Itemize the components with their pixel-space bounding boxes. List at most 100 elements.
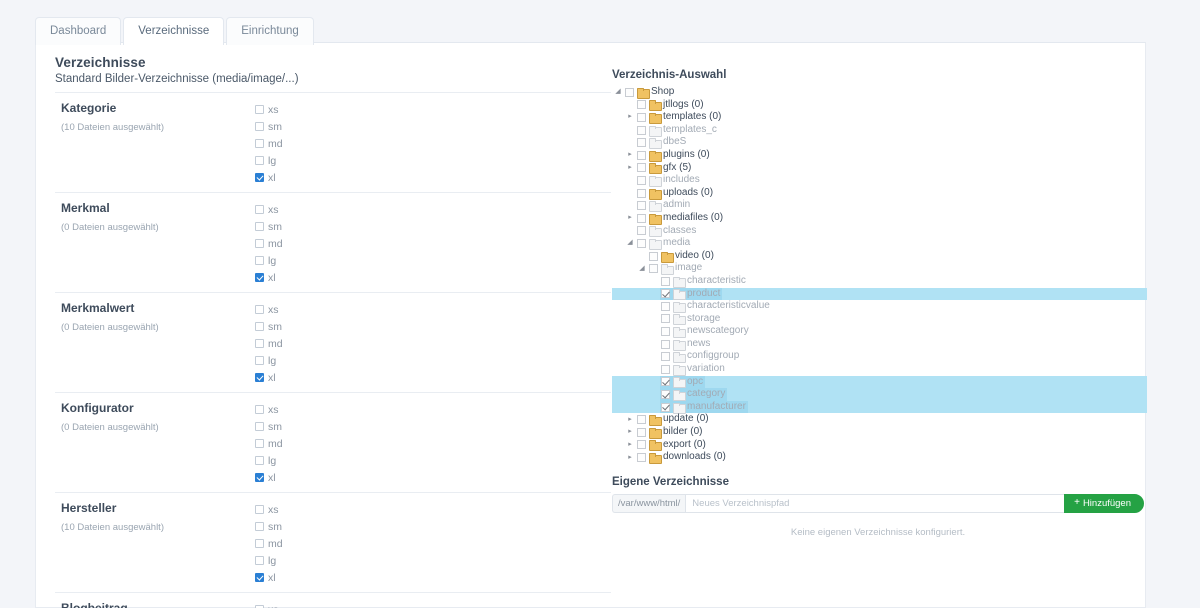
- tree-checkbox-icon[interactable]: [661, 402, 670, 412]
- tree-node[interactable]: ▸ newscategory: [612, 325, 1147, 339]
- chevron-down-icon[interactable]: ◢: [612, 86, 624, 98]
- tab-dashboard[interactable]: Dashboard: [35, 17, 122, 45]
- tree-checkbox-icon[interactable]: [637, 226, 646, 236]
- tree-checkbox-icon[interactable]: [661, 276, 670, 286]
- tree-checkbox-icon[interactable]: [637, 427, 646, 437]
- tab-verzeichnisse[interactable]: Verzeichnisse: [123, 17, 225, 46]
- tree-checkbox-icon[interactable]: [637, 150, 646, 160]
- checkbox-icon[interactable]: [255, 422, 264, 431]
- chevron-down-icon[interactable]: ◢: [624, 237, 636, 249]
- checkbox-icon[interactable]: [255, 373, 264, 382]
- tree-checkbox-icon[interactable]: [649, 264, 658, 274]
- size-checkbox-sm[interactable]: sm: [255, 118, 611, 135]
- tree-checkbox-icon[interactable]: [637, 440, 646, 450]
- tree-checkbox-icon[interactable]: [637, 163, 646, 173]
- chevron-right-icon[interactable]: ▸: [624, 414, 636, 426]
- tree-node[interactable]: ▸ variation: [612, 363, 1147, 376]
- tree-node[interactable]: ▸ storage: [612, 313, 1147, 326]
- tree-node[interactable]: ▸ bilder (0): [612, 426, 1147, 439]
- tree-checkbox-icon[interactable]: [637, 201, 646, 211]
- checkbox-icon[interactable]: [255, 522, 264, 531]
- size-checkbox-xl[interactable]: xl: [255, 369, 611, 386]
- tree-checkbox-icon[interactable]: [649, 251, 658, 261]
- size-checkbox-lg[interactable]: lg: [255, 152, 611, 169]
- tree-node[interactable]: ▸ product: [612, 287, 1147, 301]
- size-checkbox-sm[interactable]: sm: [255, 518, 611, 535]
- size-checkbox-sm[interactable]: sm: [255, 218, 611, 235]
- tree-node[interactable]: ▸ opc: [612, 375, 1147, 389]
- tree-checkbox-icon[interactable]: [661, 377, 670, 387]
- size-checkbox-xs[interactable]: xs: [255, 101, 611, 118]
- tree-node[interactable]: ▸ downloads (0): [612, 451, 1147, 465]
- chevron-right-icon[interactable]: ▸: [624, 439, 636, 451]
- chevron-right-icon[interactable]: ▸: [624, 426, 636, 438]
- size-checkbox-md[interactable]: md: [255, 135, 611, 152]
- tree-checkbox-icon[interactable]: [625, 87, 634, 97]
- tree-node[interactable]: ▸ video (0): [612, 250, 1147, 263]
- tree-checkbox-icon[interactable]: [637, 453, 646, 463]
- tree-node[interactable]: ▸ templates_c: [612, 124, 1147, 137]
- checkbox-icon[interactable]: [255, 439, 264, 448]
- size-checkbox-xs[interactable]: xs: [255, 401, 611, 418]
- tree-node[interactable]: ▸ update (0): [612, 413, 1147, 427]
- tree-node[interactable]: ◢ Shop: [612, 86, 1147, 99]
- size-checkbox-lg[interactable]: lg: [255, 252, 611, 269]
- size-checkbox-xl[interactable]: xl: [255, 169, 611, 186]
- checkbox-icon[interactable]: [255, 556, 264, 565]
- tree-node[interactable]: ◢ media: [612, 237, 1147, 250]
- tree-node[interactable]: ▸ includes: [612, 174, 1147, 187]
- checkbox-icon[interactable]: [255, 573, 264, 582]
- tree-checkbox-icon[interactable]: [661, 314, 670, 324]
- checkbox-icon[interactable]: [255, 273, 264, 282]
- tree-checkbox-icon[interactable]: [637, 100, 646, 110]
- checkbox-icon[interactable]: [255, 156, 264, 165]
- tree-checkbox-icon[interactable]: [637, 415, 646, 425]
- tree-checkbox-icon[interactable]: [661, 390, 670, 400]
- tree-checkbox-icon[interactable]: [637, 188, 646, 198]
- tree-node[interactable]: ▸ manufacturer: [612, 400, 1147, 414]
- checkbox-icon[interactable]: [255, 473, 264, 482]
- size-checkbox-xl[interactable]: xl: [255, 469, 611, 486]
- tree-node[interactable]: ▸ classes: [612, 225, 1147, 238]
- size-checkbox-xs[interactable]: xs: [255, 501, 611, 518]
- size-checkbox-lg[interactable]: lg: [255, 452, 611, 469]
- checkbox-icon[interactable]: [255, 322, 264, 331]
- add-directory-button[interactable]: + Hinzufügen: [1064, 493, 1144, 513]
- tree-node[interactable]: ▸ plugins (0): [612, 149, 1147, 162]
- tree-node[interactable]: ◢ image: [612, 262, 1147, 276]
- tree-node[interactable]: ▸ templates (0): [612, 111, 1147, 124]
- tree-checkbox-icon[interactable]: [637, 125, 646, 135]
- size-checkbox-sm[interactable]: sm: [255, 318, 611, 335]
- checkbox-icon[interactable]: [255, 505, 264, 514]
- size-checkbox-md[interactable]: md: [255, 335, 611, 352]
- tree-checkbox-icon[interactable]: [637, 213, 646, 223]
- tree-checkbox-icon[interactable]: [661, 327, 670, 337]
- checkbox-icon[interactable]: [255, 105, 264, 114]
- tree-checkbox-icon[interactable]: [637, 175, 646, 185]
- size-checkbox-xl[interactable]: xl: [255, 569, 611, 586]
- size-checkbox-xs[interactable]: xs: [255, 201, 611, 218]
- checkbox-icon[interactable]: [255, 256, 264, 265]
- chevron-right-icon[interactable]: ▸: [624, 162, 636, 174]
- tree-checkbox-icon[interactable]: [637, 112, 646, 122]
- tree-node[interactable]: ▸ characteristicvalue: [612, 300, 1147, 313]
- tree-node[interactable]: ▸ mediafiles (0): [612, 212, 1147, 225]
- tree-checkbox-icon[interactable]: [661, 352, 670, 362]
- tree-checkbox-icon[interactable]: [661, 301, 670, 311]
- size-checkbox-xs[interactable]: xs: [255, 601, 611, 608]
- checkbox-icon[interactable]: [255, 122, 264, 131]
- tree-node[interactable]: ▸ uploads (0): [612, 187, 1147, 200]
- size-checkbox-lg[interactable]: lg: [255, 352, 611, 369]
- chevron-right-icon[interactable]: ▸: [624, 212, 636, 224]
- checkbox-icon[interactable]: [255, 305, 264, 314]
- tree-checkbox-icon[interactable]: [637, 138, 646, 148]
- tree-node[interactable]: ▸ category: [612, 388, 1147, 402]
- checkbox-icon[interactable]: [255, 405, 264, 414]
- tree-checkbox-icon[interactable]: [661, 289, 670, 299]
- checkbox-icon[interactable]: [255, 239, 264, 248]
- size-checkbox-md[interactable]: md: [255, 235, 611, 252]
- checkbox-icon[interactable]: [255, 356, 264, 365]
- tree-node[interactable]: ▸ export (0): [612, 439, 1147, 452]
- chevron-right-icon[interactable]: ▸: [624, 111, 636, 123]
- tree-node[interactable]: ▸ configgroup: [612, 350, 1147, 364]
